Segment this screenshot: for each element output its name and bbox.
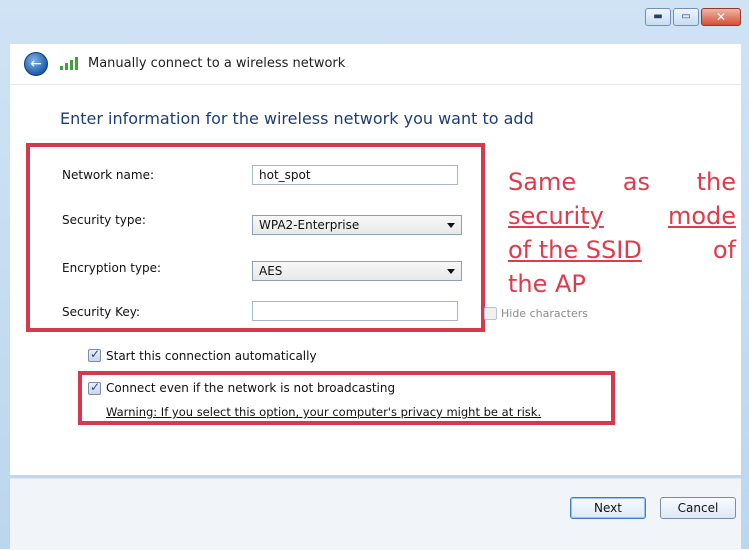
security-key-label: Security Key: — [62, 305, 141, 319]
annotation-line-3: of the SSID of — [508, 233, 736, 267]
close-button[interactable]: ✕ — [701, 8, 741, 26]
main-content: Enter information for the wireless netwo… — [10, 85, 741, 475]
window-title: Manually connect to a wireless network — [88, 56, 346, 71]
encryption-type-select[interactable]: AES — [252, 261, 462, 281]
security-type-label: Security type: — [62, 213, 146, 227]
annotation-line-2: security mode — [508, 199, 736, 233]
annotation-note: Same as the security mode of the SSID of… — [508, 165, 736, 301]
dialog-footer: Next Cancel — [10, 478, 741, 550]
hide-characters-label: Hide characters — [501, 307, 588, 320]
connect-even-if-label: Connect even if the network is not broad… — [106, 381, 396, 395]
back-button[interactable]: ← — [24, 52, 48, 76]
hide-characters-checkbox[interactable] — [484, 307, 497, 320]
dropdown-arrow-icon — [447, 223, 455, 228]
title-bar: ▬ ▭ ✕ — [0, 0, 749, 46]
minimize-icon: ▬ — [653, 11, 663, 22]
back-arrow-icon: ← — [30, 56, 42, 72]
connect-even-if-checkbox[interactable] — [88, 380, 101, 395]
annotation-line-1: Same as the — [508, 165, 736, 199]
start-automatically-checkbox[interactable] — [88, 347, 101, 362]
next-button[interactable]: Next — [570, 497, 646, 519]
annotation-word: Same — [508, 168, 577, 196]
start-automatically-label: Start this connection automatically — [106, 349, 317, 363]
network-name-input[interactable] — [252, 165, 458, 185]
encryption-type-label: Encryption type: — [62, 261, 162, 275]
security-key-input[interactable] — [252, 301, 458, 321]
wireless-signal-icon — [60, 56, 80, 70]
encryption-type-value: AES — [259, 264, 283, 278]
minimize-button[interactable]: ▬ — [645, 8, 671, 26]
security-type-value: WPA2-Enterprise — [259, 218, 360, 232]
dropdown-arrow-icon — [447, 269, 455, 274]
caption-buttons: ▬ ▭ ✕ — [645, 8, 741, 26]
annotation-word: mode — [667, 202, 736, 230]
maximize-icon: ▭ — [681, 11, 691, 22]
cancel-button[interactable]: Cancel — [660, 497, 736, 519]
annotation-word: of — [712, 236, 736, 264]
annotation-word: security — [508, 202, 604, 230]
network-name-label: Network name: — [62, 168, 154, 182]
annotation-word: as — [622, 168, 650, 196]
annotation-word: the — [696, 168, 736, 196]
annotation-word: of the SSID — [508, 236, 642, 264]
privacy-warning-text: Warning: If you select this option, your… — [106, 405, 542, 419]
dialog-window: ▬ ▭ ✕ ← Manually connect to a wireless n… — [0, 0, 749, 550]
annotation-line-4: the AP — [508, 270, 586, 298]
page-heading: Enter information for the wireless netwo… — [60, 109, 534, 128]
security-type-select[interactable]: WPA2-Enterprise — [252, 215, 462, 235]
maximize-button[interactable]: ▭ — [673, 8, 699, 26]
wizard-header: ← Manually connect to a wireless network — [10, 44, 741, 85]
close-icon: ✕ — [715, 10, 727, 24]
